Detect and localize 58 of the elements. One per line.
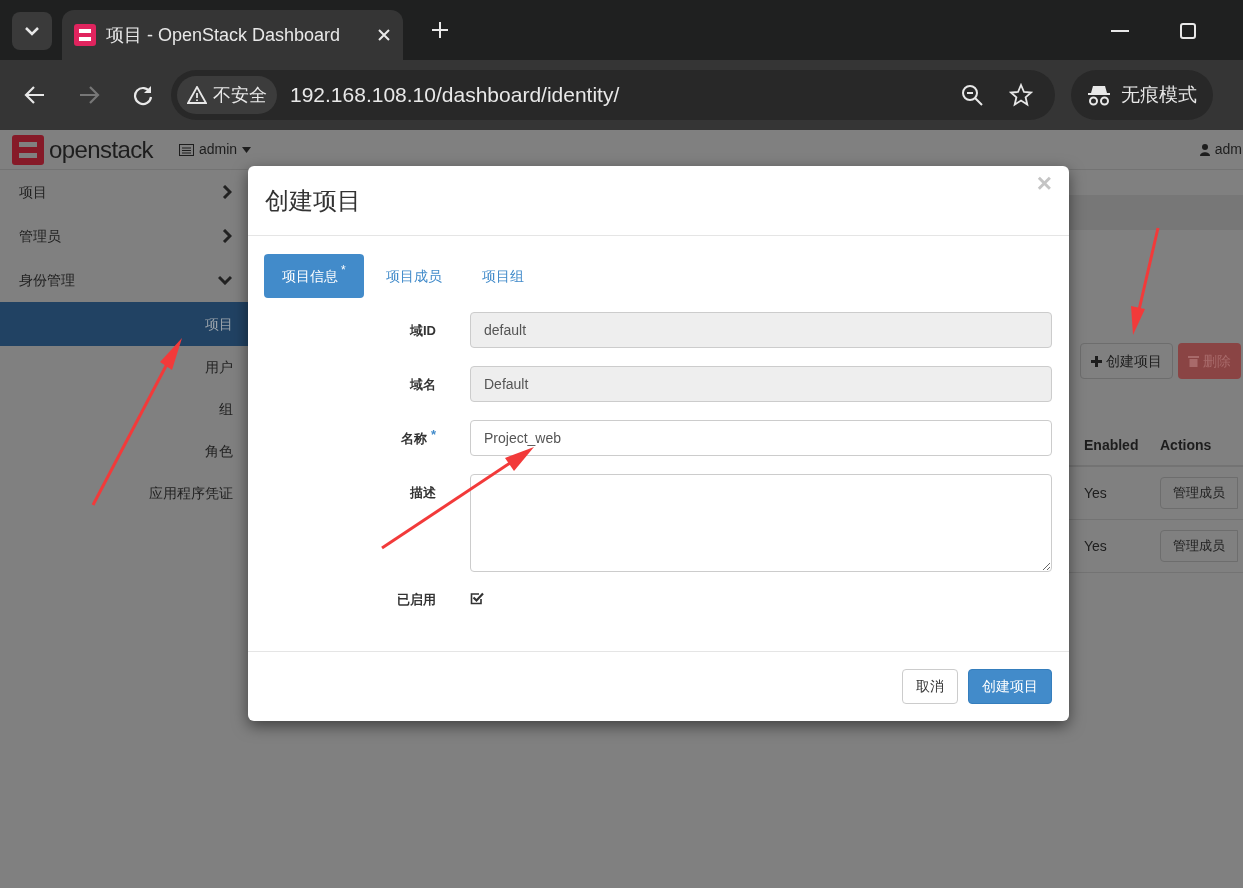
column-header: Actions [1160, 436, 1212, 455]
user-menu[interactable]: adm [1199, 139, 1242, 160]
user-icon [1199, 143, 1210, 156]
form-tab[interactable]: 项目成员 [367, 254, 460, 298]
sidebar-subitem[interactable]: 角色 [0, 430, 248, 472]
new-tab-icon[interactable] [431, 21, 449, 39]
field-label: 描述 [410, 484, 436, 502]
project-dropdown[interactable]: admin [179, 139, 252, 160]
caret-icon [242, 146, 252, 153]
modal-title: 创建项目 [265, 185, 361, 216]
plus-icon [1091, 355, 1102, 367]
logo-text: openstack [49, 134, 153, 165]
browser-tab[interactable]: 项目 - OpenStack Dashboard [62, 10, 403, 60]
field-label: 名称 [400, 430, 427, 448]
manage-members-button[interactable]: 管理成员 [1160, 477, 1238, 509]
tab-favicon-icon [74, 24, 96, 46]
incognito-icon [1087, 84, 1111, 106]
form-tab[interactable]: 项目信息 * [264, 254, 364, 298]
checkbox[interactable] [470, 592, 484, 605]
list-icon [179, 143, 194, 156]
table-cell-text: Yes [1084, 536, 1108, 556]
tab-title: 项目 - OpenStack Dashboard [106, 23, 342, 47]
cancel-button[interactable]: 取消 [902, 669, 958, 704]
security-chip[interactable]: 不安全 [177, 76, 277, 114]
text-field[interactable]: Project_web [470, 420, 1052, 456]
forward-icon[interactable] [78, 84, 100, 106]
zoom-out-icon[interactable] [960, 83, 984, 107]
sidebar-item[interactable]: 项目 [0, 170, 248, 214]
minimize-icon[interactable] [1111, 29, 1129, 33]
sidebar-subitem[interactable]: 组 [0, 388, 248, 430]
sidebar-item[interactable]: 身份管理 [0, 258, 248, 302]
incognito-button[interactable]: 无痕模式 [1071, 70, 1213, 120]
field-label: 域ID [410, 322, 436, 340]
sidebar-subitem[interactable]: 项目 [0, 302, 248, 346]
required-mark: * [430, 426, 436, 444]
field-label: 已启用 [397, 591, 436, 609]
column-header: Enabled [1084, 436, 1140, 455]
form-tab[interactable]: 项目组 [463, 254, 542, 298]
sidebar-item[interactable]: 管理员 [0, 214, 248, 258]
back-icon[interactable] [24, 84, 46, 106]
table-cell-text: Yes [1084, 483, 1108, 503]
create-button[interactable]: 创建项目 [1080, 343, 1173, 379]
bookmark-star-icon[interactable] [1009, 83, 1033, 107]
field-label: 域名 [410, 376, 436, 394]
sidebar-subitem[interactable]: 应用程序凭证 [0, 472, 248, 514]
close-icon[interactable] [377, 28, 391, 42]
address-bar[interactable]: 不安全 192.168.108.10/dashboard/identity/ [171, 70, 1055, 120]
sidebar-subitem[interactable]: 用户 [0, 346, 248, 388]
manage-members-button[interactable]: 管理成员 [1160, 530, 1238, 562]
url-text: 192.168.108.10/dashboard/identity/ [290, 82, 621, 109]
description-field[interactable] [470, 474, 1052, 572]
maximize-icon[interactable] [1180, 23, 1196, 39]
tab-search-button[interactable] [12, 12, 52, 50]
reload-icon[interactable] [132, 84, 154, 106]
submit-button[interactable]: 创建项目 [968, 669, 1052, 704]
trash-icon [1188, 355, 1199, 367]
warning-icon [187, 86, 207, 104]
logo-icon [12, 134, 44, 165]
